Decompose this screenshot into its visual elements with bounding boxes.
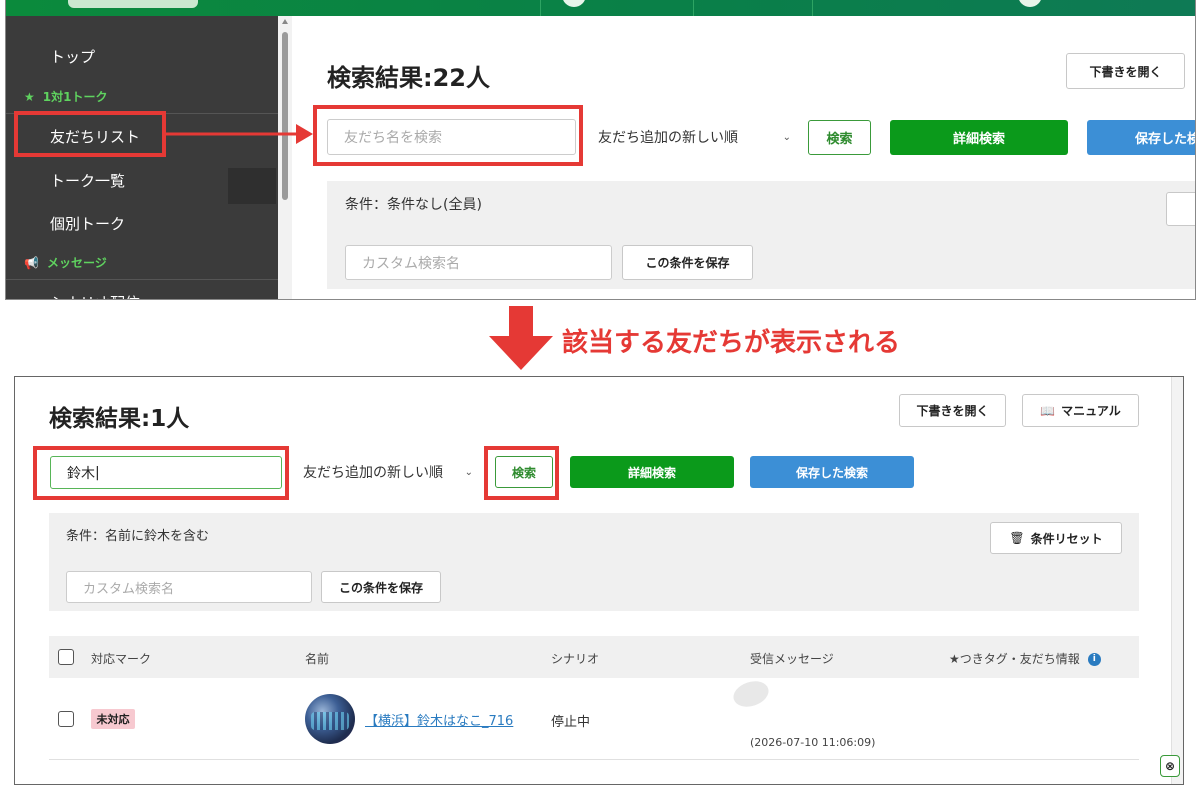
scenario-status: 停止中 [551, 715, 591, 730]
column-header-mark[interactable]: 対応マーク [91, 650, 151, 667]
column-header-name[interactable]: 名前 [305, 650, 329, 667]
status-badge[interactable]: 未対応 [91, 709, 135, 729]
column-header-tags[interactable]: ★つきタグ・友だち情報 i [949, 650, 1101, 667]
trash-icon: 🗑 [1009, 531, 1025, 545]
row-divider [49, 759, 1139, 760]
book-icon: 📖 [1040, 403, 1056, 418]
highlight-search-input [33, 446, 289, 500]
avatar[interactable] [305, 694, 355, 744]
page-title: 検索結果:1人 [49, 406, 190, 432]
arrowhead-icon [296, 124, 313, 144]
advanced-search-button[interactable]: 詳細検索 [570, 456, 734, 488]
friend-name-link[interactable]: 【横浜】鈴木はなこ_716 [365, 710, 513, 729]
chevron-down-icon: ⌄ [464, 466, 473, 478]
custom-search-name-input[interactable]: カスタム検索名 [66, 571, 312, 603]
column-header-scenario[interactable]: シナリオ [551, 650, 599, 667]
column-header-received[interactable]: 受信メッセージ [750, 650, 834, 667]
close-icon[interactable]: ⊗ [1160, 755, 1180, 777]
reset-condition-button[interactable]: 🗑 条件リセット [990, 522, 1122, 554]
save-condition-button[interactable]: この条件を保存 [321, 571, 441, 603]
condition-text: 条件：名前に鈴木を含む [66, 529, 210, 544]
saved-search-button[interactable]: 保存した検索 [750, 456, 914, 488]
reset-label: 条件リセット [1030, 531, 1103, 546]
manual-button[interactable]: 📖 マニュアル [1022, 394, 1139, 427]
row-checkbox[interactable] [58, 711, 74, 727]
highlight-search-button [484, 446, 559, 500]
tags-header-label: ★つきタグ・友だち情報 [949, 652, 1080, 666]
received-timestamp: (2026-07-10 11:06:09) [750, 736, 876, 749]
open-draft-button[interactable]: 下書きを開く [899, 394, 1006, 427]
sort-select-value: 友だち追加の新しい順 [303, 465, 443, 481]
info-icon[interactable]: i [1087, 653, 1101, 666]
screenshot-after: 検索結果:1人 下書きを開く 📖 マニュアル 鈴木 | 友だち追加の新しい順 ⌄ 検… [14, 376, 1184, 785]
select-all-checkbox[interactable] [58, 649, 74, 665]
manual-label: マニュアル [1061, 404, 1121, 418]
down-arrow-icon [489, 306, 553, 370]
scrollbar[interactable] [1171, 377, 1183, 784]
caption-text: 該当する友だちが表示される [562, 328, 901, 358]
message-bubble-icon [730, 677, 772, 711]
sort-select[interactable]: 友だち追加の新しい順 ⌄ [291, 455, 485, 489]
